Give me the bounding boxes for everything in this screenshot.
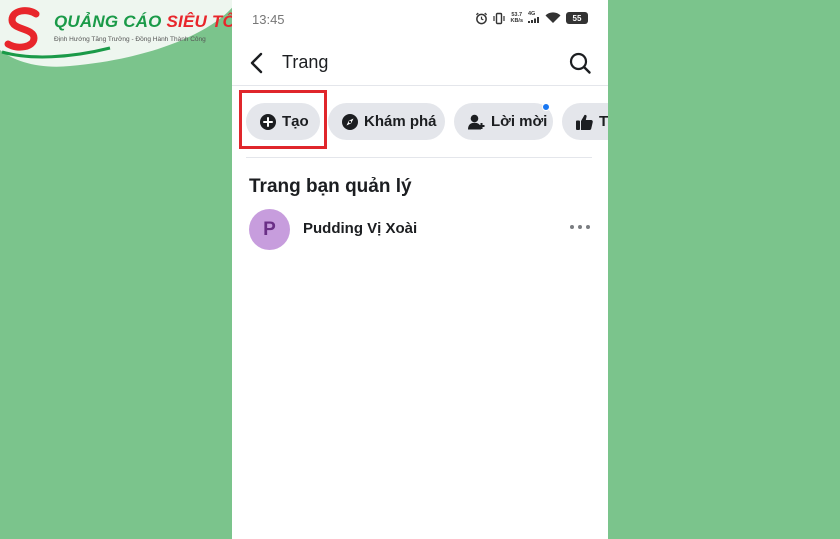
more-dot [586, 225, 590, 229]
alarm-icon [476, 12, 488, 24]
thumbs-up-icon [576, 114, 593, 130]
phone-screen: 13:45 53.7 KB/s 4G 55 Trang Tạo Khám phá… [232, 0, 608, 539]
person-add-icon [468, 114, 485, 129]
nav-divider [232, 85, 608, 86]
explore-chip-label: Khám phá [364, 113, 437, 130]
liked-chip-button[interactable]: Tr [562, 103, 608, 140]
net-speed: 53.7 KB/s [510, 12, 523, 24]
more-options-icon[interactable] [570, 221, 590, 233]
status-icons: 53.7 KB/s 4G 55 [475, 11, 588, 25]
section-title: Trang bạn quản lý [249, 176, 412, 197]
wifi-icon [545, 12, 561, 23]
notification-dot [542, 103, 550, 111]
more-dot [570, 225, 574, 229]
logo-banner-shape [0, 0, 238, 67]
list-item[interactable]: P Pudding Vị Xoài [232, 205, 608, 253]
nav-header: Trang [232, 38, 608, 88]
net-type: 4G [528, 11, 540, 25]
section-divider [246, 157, 592, 158]
logo-subtitle: Định Hướng Tăng Trưởng - Đồng Hành Thành… [54, 36, 206, 43]
cell-signal-icon [528, 17, 539, 23]
invites-chip-label: Lời mời [491, 113, 548, 130]
invites-chip-button[interactable]: Lời mời [454, 103, 553, 140]
compass-icon [342, 113, 358, 130]
status-time: 13:45 [252, 12, 285, 27]
watermark-logo: QUẢNG CÁO SIÊU TỐC Định Hướng Tăng Trưởn… [0, 0, 248, 70]
create-highlight-box [239, 90, 327, 149]
liked-chip-label: Tr [599, 113, 608, 130]
explore-chip-button[interactable]: Khám phá [328, 103, 445, 140]
page-name: Pudding Vị Xoài [303, 220, 418, 237]
avatar: P [249, 209, 290, 250]
net-speed-unit: KB/s [510, 18, 523, 24]
logo-title-green: QUẢNG CÁO [54, 12, 162, 31]
search-icon[interactable] [568, 51, 592, 75]
status-bar: 13:45 53.7 KB/s 4G 55 [232, 0, 608, 38]
page-title: Trang [282, 52, 329, 72]
battery-indicator: 55 [566, 12, 588, 24]
chevron-left-icon[interactable] [246, 50, 268, 76]
vibrate-icon [493, 12, 506, 24]
more-dot [578, 225, 582, 229]
logo-title: QUẢNG CÁO SIÊU TỐC [54, 12, 248, 32]
